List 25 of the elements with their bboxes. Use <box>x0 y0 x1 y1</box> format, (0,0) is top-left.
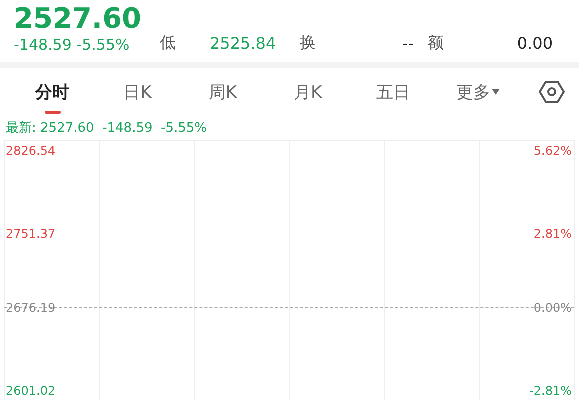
stat-label: 额 <box>428 33 445 54</box>
latest-quote: 最新: 2527.60 -148.59 -5.55% <box>5 120 208 138</box>
stat-value: 0.00 <box>516 34 554 53</box>
stat-label: 换 <box>300 33 317 54</box>
price-change: -148.59 -5.55% <box>14 36 131 54</box>
period-tab[interactable]: 更多 <box>436 68 522 116</box>
percent-axis-label: 2.81% <box>532 226 573 241</box>
price-axis-label: 2676.19 <box>5 300 57 315</box>
percent-axis-label: 5.62% <box>532 143 573 158</box>
price-axis-label: 2751.37 <box>5 226 57 241</box>
percent-axis-label: -2.81% <box>528 383 573 398</box>
caret-icon <box>492 89 500 95</box>
price-axis-label: 2601.02 <box>5 383 57 398</box>
percent-axis-label: 0.00% <box>532 300 573 315</box>
stat-label: 低 <box>160 33 177 54</box>
stat-value: -- <box>401 34 415 53</box>
settings-icon[interactable] <box>539 79 566 105</box>
period-tab[interactable]: 周K <box>180 68 266 116</box>
period-tab[interactable]: 五日 <box>350 68 436 116</box>
stat-value: 2525.84 <box>210 34 278 53</box>
period-tab[interactable]: 日K <box>95 68 180 116</box>
current-price: 2527.60 <box>14 4 142 34</box>
period-tab[interactable]: 月K <box>266 68 351 116</box>
price-axis-label: 2826.54 <box>5 143 57 158</box>
period-tab[interactable]: 分时 <box>10 68 96 116</box>
